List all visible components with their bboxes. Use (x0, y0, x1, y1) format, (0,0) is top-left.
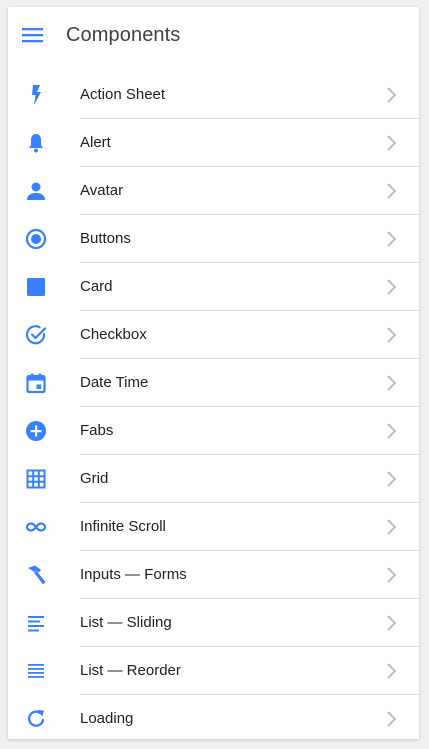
list-item-label: Alert (80, 134, 111, 151)
list-item-fabs[interactable]: Fabs (8, 407, 419, 455)
chevron-right-icon (385, 614, 399, 632)
list-item-list-sliding[interactable]: List — Sliding (8, 599, 419, 647)
chevron-right-icon (385, 710, 399, 728)
refresh-icon (24, 707, 48, 731)
list-item-label: Grid (80, 470, 109, 487)
toolbar: Components (8, 7, 419, 63)
list-item-date-time[interactable]: Date Time (8, 359, 419, 407)
bell-icon (24, 131, 48, 155)
list-item-list-reorder[interactable]: List — Reorder (8, 647, 419, 695)
list-item-action-sheet[interactable]: Action Sheet (8, 71, 419, 119)
hammer-icon (24, 563, 48, 587)
list-item-card[interactable]: Card (8, 263, 419, 311)
list-item-label: List — Sliding (80, 614, 172, 631)
chevron-right-icon (385, 374, 399, 392)
list-item-infinite-scroll[interactable]: Infinite Scroll (8, 503, 419, 551)
list-item-loading[interactable]: Loading (8, 695, 419, 739)
hamburger-menu-icon[interactable] (22, 26, 44, 44)
components-page: Components Action Sheet Alert Avatar But… (8, 7, 419, 739)
list-item-inputs-forms[interactable]: Inputs — Forms (8, 551, 419, 599)
list-item-label: Buttons (80, 230, 131, 247)
chevron-right-icon (385, 662, 399, 680)
infinite-icon (24, 515, 48, 539)
list-item-label: Date Time (80, 374, 149, 391)
checkmark-circle-icon (24, 323, 48, 347)
radio-button-icon (24, 227, 48, 251)
person-icon (24, 179, 48, 203)
chevron-right-icon (385, 278, 399, 296)
list-lines-icon (24, 611, 48, 635)
list-item-checkbox[interactable]: Checkbox (8, 311, 419, 359)
chevron-right-icon (385, 134, 399, 152)
list-item-buttons[interactable]: Buttons (8, 215, 419, 263)
add-circle-icon (24, 419, 48, 443)
list-item-label: Fabs (80, 422, 114, 439)
list-item-label: Inputs — Forms (80, 566, 187, 583)
list-item-label: Checkbox (80, 326, 147, 343)
components-list: Action Sheet Alert Avatar Buttons Card C… (8, 71, 419, 739)
list-item-label: Action Sheet (80, 86, 166, 103)
square-icon (24, 275, 48, 299)
chevron-right-icon (385, 422, 399, 440)
reorder-icon (24, 659, 48, 683)
list-item-label: Loading (80, 710, 134, 727)
chevron-right-icon (385, 182, 399, 200)
chevron-right-icon (385, 566, 399, 584)
chevron-right-icon (385, 470, 399, 488)
list-item-label: Card (80, 278, 113, 295)
flash-icon (24, 83, 48, 107)
chevron-right-icon (385, 86, 399, 104)
calendar-icon (24, 371, 48, 395)
list-item-label: List — Reorder (80, 662, 181, 679)
list-item-label: Avatar (80, 182, 124, 199)
list-item-alert[interactable]: Alert (8, 119, 419, 167)
list-item-label: Infinite Scroll (80, 518, 166, 535)
chevron-right-icon (385, 326, 399, 344)
chevron-right-icon (385, 230, 399, 248)
grid-icon (24, 467, 48, 491)
chevron-right-icon (385, 518, 399, 536)
list-item-grid[interactable]: Grid (8, 455, 419, 503)
page-title: Components (66, 24, 181, 46)
list-item-avatar[interactable]: Avatar (8, 167, 419, 215)
